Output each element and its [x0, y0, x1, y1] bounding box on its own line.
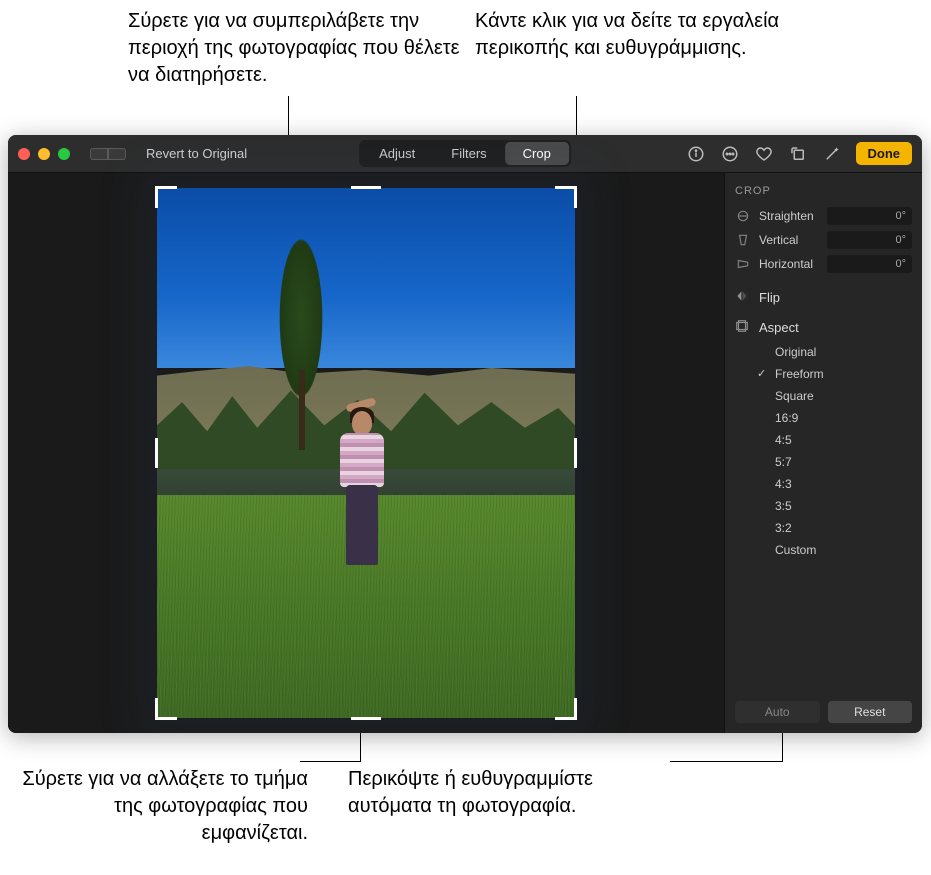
revert-to-original-button[interactable]: Revert to Original — [146, 146, 247, 161]
crop-handle-top[interactable] — [351, 186, 381, 189]
rotate-icon[interactable] — [788, 144, 808, 164]
straighten-icon — [735, 208, 751, 224]
horizontal-slider[interactable]: Horizontal 0° — [735, 255, 912, 273]
favorite-heart-icon[interactable] — [754, 144, 774, 164]
fullscreen-window-button[interactable] — [58, 148, 70, 160]
tab-filters[interactable]: Filters — [433, 142, 504, 165]
aspect-label: Aspect — [759, 320, 799, 335]
horizontal-value: 0° — [895, 258, 906, 270]
auto-enhance-wand-icon[interactable] — [822, 144, 842, 164]
info-icon[interactable] — [686, 144, 706, 164]
aspect-option-3-2[interactable]: 3:2 — [761, 521, 912, 535]
tab-adjust[interactable]: Adjust — [361, 142, 433, 165]
photo-preview[interactable] — [157, 188, 575, 718]
aspect-row[interactable]: Aspect — [735, 319, 912, 335]
aspect-option-4-5[interactable]: 4:5 — [761, 433, 912, 447]
canvas-area — [8, 173, 724, 733]
aspect-option-original[interactable]: Original — [761, 345, 912, 359]
crop-panel: CROP Straighten 0° Vertical 0° Horizo — [724, 173, 922, 733]
crop-handle-bottom-right[interactable] — [555, 698, 577, 720]
vertical-slider[interactable]: Vertical 0° — [735, 231, 912, 249]
vertical-value: 0° — [895, 234, 906, 246]
aspect-option-freeform[interactable]: Freeform — [761, 367, 912, 381]
flip-label: Flip — [759, 290, 780, 305]
crop-handle-right[interactable] — [574, 438, 577, 468]
crop-handle-bottom[interactable] — [351, 717, 381, 720]
callout-bottom-left: Σύρετε για να αλλάξετε το τμήμα της φωτο… — [8, 766, 308, 847]
aspect-list: Original Freeform Square 16:9 4:5 5:7 4:3 3:5 3:… — [761, 345, 912, 557]
photos-edit-window: Revert to Original Adjust Filters Crop D… — [8, 135, 922, 733]
vertical-label: Vertical — [759, 233, 819, 247]
panel-title: CROP — [735, 185, 912, 197]
flip-icon — [735, 289, 751, 305]
crop-handle-top-right[interactable] — [555, 186, 577, 208]
edit-mode-tabs: Adjust Filters Crop — [359, 140, 571, 167]
crop-handle-top-left[interactable] — [155, 186, 177, 208]
auto-crop-button[interactable]: Auto — [735, 701, 820, 723]
callout-top-right: Κάντε κλικ για να δείτε τα εργαλεία περι… — [475, 8, 785, 62]
horizontal-label: Horizontal — [759, 257, 819, 271]
close-window-button[interactable] — [18, 148, 30, 160]
workspace: CROP Straighten 0° Vertical 0° Horizo — [8, 173, 922, 733]
callout-bottom-right: Περικόψτε ή ευθυγραμμίστε αυτόματα τη φω… — [348, 766, 678, 820]
aspect-option-custom[interactable]: Custom — [761, 543, 912, 557]
crop-frame[interactable] — [157, 188, 575, 718]
straighten-label: Straighten — [759, 209, 819, 223]
aspect-option-4-3[interactable]: 4:3 — [761, 477, 912, 491]
right-toolbar: Done — [686, 142, 913, 165]
aspect-option-5-7[interactable]: 5:7 — [761, 455, 912, 469]
vertical-perspective-icon — [735, 232, 751, 248]
crop-handle-left[interactable] — [155, 438, 158, 468]
callout-line — [670, 761, 782, 762]
aspect-icon — [735, 319, 751, 335]
reset-crop-button[interactable]: Reset — [828, 701, 913, 723]
done-button[interactable]: Done — [856, 142, 913, 165]
callout-top-left: Σύρετε για να συμπεριλάβετε την περιοχή … — [128, 8, 468, 89]
minimize-window-button[interactable] — [38, 148, 50, 160]
panel-footer: Auto Reset — [735, 701, 912, 723]
tab-crop[interactable]: Crop — [505, 142, 569, 165]
aspect-option-square[interactable]: Square — [761, 389, 912, 403]
straighten-slider[interactable]: Straighten 0° — [735, 207, 912, 225]
flip-row[interactable]: Flip — [735, 289, 912, 305]
horizontal-perspective-icon — [735, 256, 751, 272]
more-icon[interactable] — [720, 144, 740, 164]
sidebar-toggle[interactable] — [90, 148, 126, 160]
callout-line — [300, 761, 360, 762]
aspect-option-16-9[interactable]: 16:9 — [761, 411, 912, 425]
titlebar: Revert to Original Adjust Filters Crop D… — [8, 135, 922, 173]
straighten-value: 0° — [895, 210, 906, 222]
aspect-option-3-5[interactable]: 3:5 — [761, 499, 912, 513]
crop-handle-bottom-left[interactable] — [155, 698, 177, 720]
window-controls — [18, 148, 70, 160]
